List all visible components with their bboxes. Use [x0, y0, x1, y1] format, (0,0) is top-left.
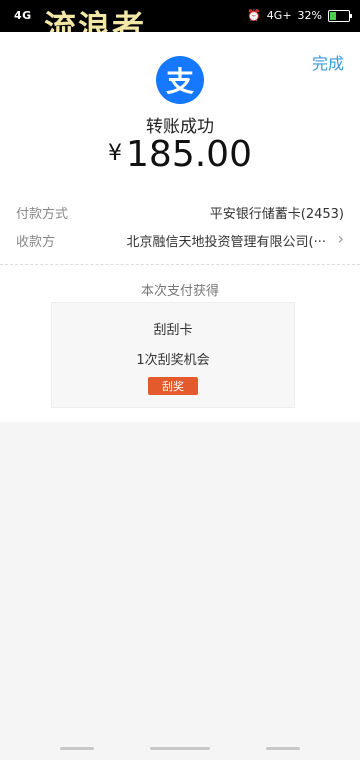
amount-value: 185.00	[126, 134, 252, 175]
payment-result-card: 完成 支 转账成功 ¥185.00 付款方式 平安银行储蓄卡(2453) 收款方…	[0, 32, 360, 422]
reward-description: 1次刮奖机会	[136, 353, 210, 368]
payee-value: 北京融信天地投资管理有限公司(···	[126, 235, 326, 250]
nav-pill-center[interactable]	[150, 747, 210, 750]
network-indicator-right: 4G+	[266, 9, 292, 22]
nav-pill-left[interactable]	[60, 747, 94, 750]
status-right: ⏰ 4G+ 32%	[247, 9, 352, 22]
alipay-logo-icon: 支	[156, 56, 204, 104]
reward-name: 刮刮卡	[153, 323, 193, 338]
payment-method-label: 付款方式	[16, 207, 69, 222]
reward-card[interactable]: 刮刮卡 1次刮奖机会 刮奖	[51, 302, 295, 408]
payment-method-row: 付款方式 平安银行储蓄卡(2453)	[16, 200, 344, 222]
payee-label: 收款方	[16, 235, 56, 250]
network-indicator-left: 4G	[14, 9, 32, 22]
battery-percent: 32%	[297, 9, 322, 22]
status-bar: 4G 流浪者 ⏰ 4G+ 32%	[0, 0, 360, 46]
scratch-button[interactable]: 刮奖	[148, 377, 198, 395]
payment-method-value: 平安银行储蓄卡(2453)	[209, 207, 344, 222]
nav-pill-right[interactable]	[266, 747, 300, 750]
payment-amount: ¥185.00	[0, 134, 360, 175]
currency-symbol: ¥	[108, 141, 123, 166]
dashed-divider	[0, 264, 360, 265]
alarm-icon: ⏰	[247, 9, 261, 22]
payee-row[interactable]: 收款方 北京融信天地投资管理有限公司(··· ›	[16, 228, 344, 250]
system-nav-bar	[0, 740, 360, 760]
reward-caption: 本次支付获得	[140, 284, 219, 299]
chevron-right-icon: ›	[337, 229, 344, 248]
done-button[interactable]: 完成	[312, 50, 344, 74]
battery-icon	[328, 9, 352, 22]
